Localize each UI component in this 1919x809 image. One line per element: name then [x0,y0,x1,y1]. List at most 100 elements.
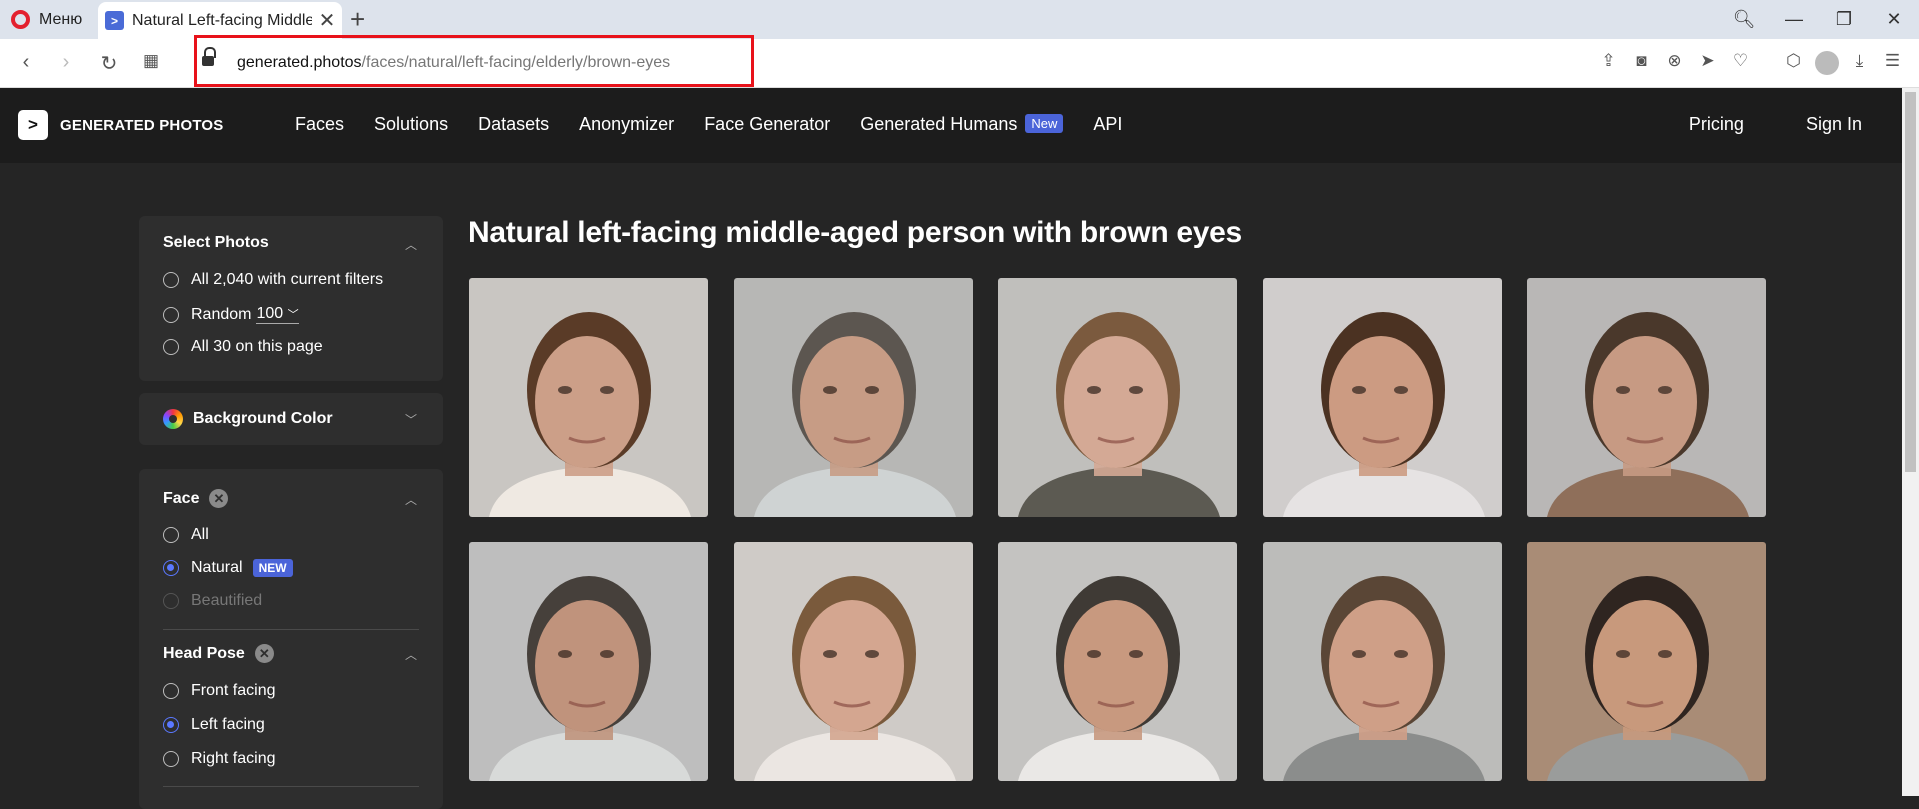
chevron-up-icon[interactable]: ︿ [405,646,417,663]
background-color-header[interactable]: Background Color [163,409,333,429]
nav-pricing[interactable]: Pricing [1689,114,1744,135]
clear-face-filter-icon[interactable]: ✕ [209,489,229,508]
face-photo[interactable] [469,278,708,517]
face-option-beautified[interactable]: Beautified [163,592,262,610]
nav-solutions[interactable]: Solutions [374,114,448,135]
tab-close-icon[interactable]: ✕ [312,8,342,33]
face-filter-header[interactable]: Face ✕ [163,489,229,508]
face-photo[interactable] [1527,542,1766,781]
face-portrait-image [469,542,708,781]
site-header: > GENERATED PHOTOS Faces Solutions Datas… [0,88,1902,163]
new-tab-icon[interactable]: + [350,4,365,35]
nav-sign-in[interactable]: Sign In [1806,114,1862,135]
face-filter-title: Face [163,489,200,507]
heart-icon[interactable]: ♡ [1724,51,1757,80]
face-photo[interactable] [998,278,1237,517]
new-badge: NEW [252,559,293,577]
face-photo[interactable] [733,278,973,517]
head-pose-title: Head Pose [163,644,245,662]
clear-head-pose-icon[interactable]: ✕ [254,644,274,663]
head-pose-header[interactable]: Head Pose ✕ [163,644,274,663]
face-portrait-image [1262,542,1502,781]
face-photo[interactable] [998,542,1237,781]
select-page-option[interactable]: All 30 on this page [163,338,323,356]
browser-menu-button[interactable]: Меню [0,0,98,39]
radio-button-disabled[interactable] [163,593,179,609]
face-option-natural[interactable]: Natural NEW [163,559,293,577]
brand-name: GENERATED PHOTOS [60,116,224,134]
nav-faces[interactable]: Faces [295,114,344,135]
easy-setup-icon[interactable]: ☰ [1876,51,1909,80]
nav-api[interactable]: API [1093,114,1122,135]
face-portrait-image [469,278,708,517]
chevron-down-icon[interactable]: ﹀ [405,411,417,428]
nav-generated-humans[interactable]: Generated Humans New [860,114,1064,135]
option-label: Natural [191,559,243,576]
nav-face-generator[interactable]: Face Generator [704,114,830,135]
random-count-select[interactable]: 100 ﹀ [256,305,299,324]
brand-link[interactable]: > GENERATED PHOTOS [18,110,224,140]
minimize-icon[interactable]: — [1769,9,1819,30]
send-icon[interactable]: ➤ [1691,51,1724,80]
share-icon[interactable]: ⇪ [1592,51,1625,80]
brand-logo-icon: > [18,110,48,140]
radio-button-selected[interactable] [163,717,179,733]
face-portrait-image [998,278,1237,517]
chevron-up-icon[interactable]: ︿ [405,491,417,508]
head-option-left[interactable]: Left facing [163,716,265,734]
radio-button[interactable] [163,306,179,323]
adblock-icon[interactable]: ⊗ [1658,51,1691,80]
radio-button-selected[interactable] [163,560,179,576]
url-host: generated.photos [237,54,362,71]
radio-button[interactable] [163,339,179,355]
nav-anonymizer[interactable]: Anonymizer [579,114,674,135]
close-window-icon[interactable]: ✕ [1869,9,1919,30]
chevron-up-icon[interactable]: ︿ [405,236,417,253]
camera-icon[interactable]: ◙ [1625,51,1658,80]
face-option-all[interactable]: All [163,526,209,544]
reload-icon[interactable]: ↻ [97,51,121,76]
speed-dial-icon[interactable]: ▦ [139,51,163,71]
window-controls: 🔍︎ — ❐ ✕ [1719,0,1919,39]
select-photos-panel: Select Photos ︿ All 2,040 with current f… [139,216,443,381]
profile-avatar[interactable] [1810,51,1843,80]
nav-right: Pricing Sign In [1627,114,1862,135]
nav-datasets[interactable]: Datasets [478,114,549,135]
downloads-icon[interactable]: ⤓ [1843,51,1876,80]
head-option-right[interactable]: Right facing [163,750,276,768]
page-title: Natural left-facing middle-aged person w… [468,216,1242,249]
option-label: Random [191,305,252,323]
option-label: All [191,526,209,543]
scrollbar-thumb[interactable] [1905,92,1916,472]
face-photo[interactable] [469,542,708,781]
face-portrait-image [998,542,1237,781]
address-bar: ‹ › ↻ ▦ generated.photos/faces/natural/l… [0,35,1919,88]
face-photo[interactable] [1527,278,1766,517]
lock-icon[interactable] [202,47,216,67]
restore-icon[interactable]: ❐ [1819,9,1869,30]
option-label: All 30 on this page [191,338,323,355]
back-icon[interactable]: ‹ [14,51,38,74]
forward-icon[interactable]: › [54,51,78,74]
face-photo[interactable] [1262,278,1502,517]
option-label: Beautified [191,592,263,609]
browser-tab-active[interactable]: > Natural Left-facing Middle-aged Person… [98,2,342,39]
radio-button[interactable] [163,683,179,699]
photo-grid [469,278,1769,798]
face-photo[interactable] [1262,542,1502,781]
select-all-filtered-option[interactable]: All 2,040 with current filters [163,271,383,289]
select-random-option[interactable]: Random 100 ﹀ [163,305,299,324]
face-photo[interactable] [733,542,973,781]
select-photos-title[interactable]: Select Photos [163,234,269,252]
url-field[interactable]: generated.photos/faces/natural/left-faci… [237,54,670,72]
page-scrollbar[interactable] [1902,88,1919,796]
radio-button[interactable] [163,751,179,767]
radio-button[interactable] [163,272,179,288]
option-label: Left facing [191,716,265,733]
search-tabs-icon[interactable]: 🔍︎ [1719,9,1769,30]
extensions-icon[interactable]: ⬡ [1777,51,1810,80]
head-option-front[interactable]: Front facing [163,682,275,700]
face-portrait-image [1262,278,1502,517]
radio-button[interactable] [163,527,179,543]
option-label: All 2,040 with current filters [191,271,384,288]
